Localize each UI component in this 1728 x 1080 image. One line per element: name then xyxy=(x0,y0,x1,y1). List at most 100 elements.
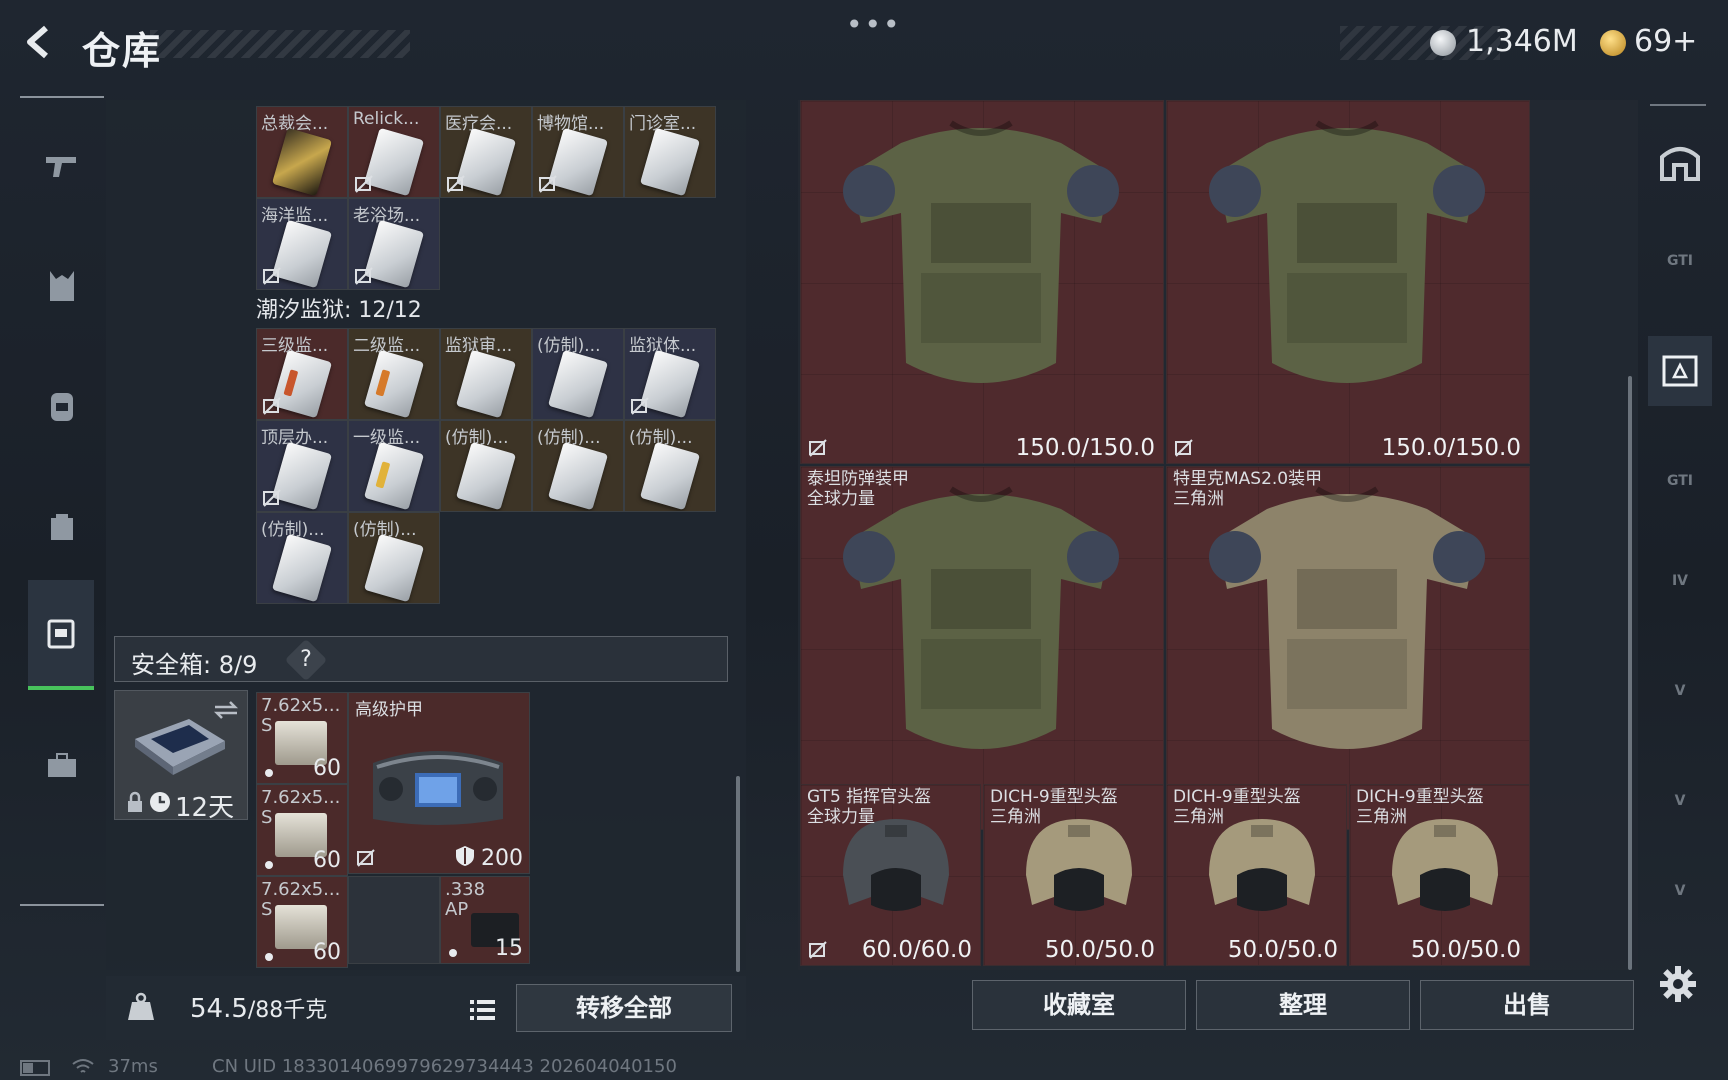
keycard-item[interactable]: 医疗会... xyxy=(440,106,532,198)
rnav-tab-6[interactable]: V xyxy=(1648,656,1712,726)
empty-slot[interactable] xyxy=(348,876,440,964)
helmet-faction: 三角洲 xyxy=(990,807,1041,827)
warehouse-screen: 仓库 ••• 1,346M 69+ 潮汐监狱: 12/12 安全箱: 8/9 ?… xyxy=(0,0,1728,1080)
rnav-home[interactable] xyxy=(1648,126,1712,196)
nav-bag[interactable] xyxy=(20,470,104,580)
help-button[interactable]: ? xyxy=(284,638,328,682)
vest-icon xyxy=(50,271,74,301)
rnav-tab-4[interactable]: GTI xyxy=(1648,446,1712,516)
no-insure-icon xyxy=(1175,439,1193,457)
clock-icon xyxy=(150,792,170,812)
body-armor-icon xyxy=(1209,120,1485,383)
ammo-sub: S xyxy=(261,899,273,920)
nav-case[interactable] xyxy=(20,710,104,820)
keycard-icon xyxy=(271,127,333,197)
safebox-label: 安全箱: 8/9 xyxy=(131,651,258,679)
prison-section-label: 潮汐监狱: 12/12 xyxy=(256,298,422,323)
title-stripe xyxy=(150,30,410,58)
nav-armor[interactable] xyxy=(20,230,104,340)
briefcase-icon xyxy=(48,753,76,777)
gun-icon xyxy=(46,157,76,177)
ammo-item[interactable]: 7.62x5... S 60 xyxy=(256,876,348,968)
keycard-item[interactable]: 门诊室... xyxy=(624,106,716,198)
helmet-durability: 50.0/50.0 xyxy=(1227,937,1338,963)
keycard-item[interactable]: (仿制)... xyxy=(348,512,440,604)
battery-icon xyxy=(20,1060,50,1076)
helmet-item[interactable]: DICH-9重型头盔 三角洲 50.0/50.0 xyxy=(983,784,1164,966)
storage-scrollbar[interactable] xyxy=(1628,376,1632,970)
keycard-item[interactable]: 监狱体... xyxy=(624,328,716,420)
armor-item[interactable]: 150.0/150.0 xyxy=(1166,100,1530,464)
status-bar: 37ms CN UID 1833014069979629734443 20260… xyxy=(20,1054,760,1080)
nav-weapons[interactable] xyxy=(20,110,104,220)
ap-ammo-label: .338 xyxy=(445,879,486,900)
helmet-item[interactable]: DICH-9重型头盔 三角洲 50.0/50.0 xyxy=(1349,784,1530,966)
keycard-item[interactable]: 二级监... xyxy=(348,328,440,420)
helmet-faction: 三角洲 xyxy=(1173,807,1224,827)
rnav-label: V xyxy=(1674,883,1686,899)
keycard-item[interactable]: (仿制)... xyxy=(624,420,716,512)
keycard-item[interactable]: Relick... xyxy=(348,106,440,198)
back-arrow-icon[interactable] xyxy=(20,22,60,62)
keycard-icon xyxy=(455,349,517,419)
safebox-item[interactable]: 12天 xyxy=(114,690,248,823)
ammo-label: 7.62x5... xyxy=(261,695,341,716)
shield-icon xyxy=(456,846,474,866)
helmet-item[interactable]: DICH-9重型头盔 三角洲 50.0/50.0 xyxy=(1166,784,1347,966)
helmet-durability: 60.0/60.0 xyxy=(861,937,972,963)
armor-box-item[interactable]: 高级护甲 200 xyxy=(348,692,530,874)
helmet-name: DICH-9重型头盔 三角洲 xyxy=(990,787,1118,827)
armor-item[interactable]: 特里克MAS2.0装甲三角洲 125.0/125.0 xyxy=(1166,466,1530,830)
list-icon[interactable] xyxy=(462,990,502,1030)
card-stripe xyxy=(375,369,391,397)
ap-ammo-item[interactable]: .338 AP 15 xyxy=(440,876,530,964)
swap-icon[interactable] xyxy=(213,699,239,721)
ammo-item[interactable]: 7.62x5... S 60 xyxy=(256,784,348,876)
no-insure-icon xyxy=(539,175,557,193)
rnav-tab-5[interactable]: IV xyxy=(1648,546,1712,616)
rnav-tab-2[interactable]: GTI xyxy=(1648,226,1712,296)
rnav-label: IV xyxy=(1671,573,1689,589)
helmet-durability: 50.0/50.0 xyxy=(1410,937,1521,963)
keycard-item[interactable]: (仿制)... xyxy=(532,328,624,420)
keycard-item[interactable]: 博物馆... xyxy=(532,106,624,198)
helmet-faction: 全球力量 xyxy=(807,807,875,827)
sell-button[interactable]: 出售 xyxy=(1420,980,1634,1030)
body-armor-icon xyxy=(843,486,1119,749)
gold-currency[interactable]: 69+ xyxy=(1634,24,1697,59)
keycard-item[interactable]: 顶层办... xyxy=(256,420,348,512)
organize-button[interactable]: 整理 xyxy=(1196,980,1410,1030)
keycard-item[interactable]: (仿制)... xyxy=(256,512,348,604)
rnav-tab-3[interactable] xyxy=(1648,336,1712,406)
no-insure-icon xyxy=(263,489,281,507)
transfer-all-button[interactable]: 转移全部 xyxy=(516,984,732,1032)
weight-readout: 54.5/88千克 xyxy=(190,992,327,1024)
ammo-sub: S xyxy=(261,807,273,828)
helmet-item[interactable]: GT5 指挥官头盔 全球力量 60.0/60.0 xyxy=(800,784,981,966)
rnav-tab-8[interactable]: V xyxy=(1648,856,1712,926)
ap-ammo-sub: AP xyxy=(445,899,469,920)
nav-backpack[interactable] xyxy=(20,350,104,460)
keycard-icon xyxy=(547,349,609,419)
keycard-item[interactable]: (仿制)... xyxy=(440,420,532,512)
rnav-divider xyxy=(1650,104,1706,106)
ammo-item[interactable]: 7.62x5... S 60 xyxy=(256,692,348,784)
keycard-item[interactable]: 三级监... xyxy=(256,328,348,420)
keycard-icon xyxy=(547,441,609,511)
keycard-item[interactable]: 监狱审... xyxy=(440,328,532,420)
rnav-tab-7[interactable]: V xyxy=(1648,766,1712,836)
armor-item[interactable]: 泰坦防弹装甲全球力量 127.0/127.0 xyxy=(800,466,1164,830)
nav-safebox[interactable] xyxy=(28,580,94,690)
inventory-scrollbar[interactable] xyxy=(736,776,740,972)
menu-dots[interactable]: ••• xyxy=(846,8,902,41)
no-insure-icon xyxy=(355,267,373,285)
keycard-item[interactable]: 老浴场... xyxy=(348,198,440,290)
keycard-item[interactable]: 海洋监... xyxy=(256,198,348,290)
keycard-item[interactable]: 一级监... xyxy=(348,420,440,512)
keycard-item[interactable]: 总裁会... xyxy=(256,106,348,198)
collection-button[interactable]: 收藏室 xyxy=(972,980,1186,1030)
settings-gear-icon[interactable] xyxy=(1658,964,1698,1004)
gold-coin-icon xyxy=(1600,30,1626,56)
armor-item[interactable]: 150.0/150.0 xyxy=(800,100,1164,464)
keycard-item[interactable]: (仿制)... xyxy=(532,420,624,512)
